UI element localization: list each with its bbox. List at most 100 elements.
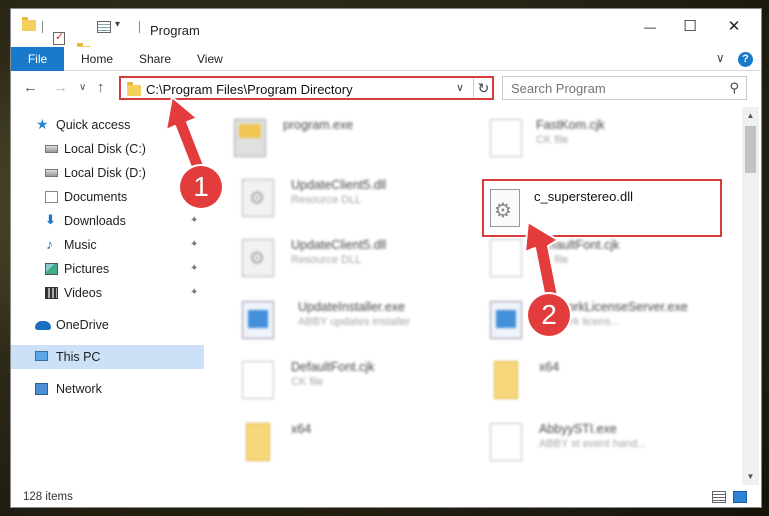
document-file-icon [242, 361, 274, 399]
help-icon[interactable]: ? [738, 52, 753, 67]
file-item[interactable]: UpdateInstaller.exe ABBY updates install… [224, 297, 464, 347]
file-item[interactable]: program.exe [216, 115, 456, 165]
sidebar-item-pictures[interactable]: Pictures ✦ [11, 257, 204, 281]
cloud-icon [35, 321, 51, 330]
file-type: CK file [536, 134, 569, 146]
refresh-button[interactable]: ↻ [473, 78, 493, 98]
file-item[interactable]: UpdateClient5.dll Resource DLL [224, 175, 464, 225]
file-name: c_superstereo.dll [534, 189, 633, 204]
sidebar-item-label: This PC [56, 350, 101, 364]
step-2-badge: 2 [528, 294, 570, 336]
file-name: x64 [539, 360, 560, 374]
file-name: AbbyySTI.exe [539, 422, 617, 436]
scroll-down-button[interactable]: ▼ [742, 468, 759, 485]
sidebar-item-label: Pictures [64, 262, 110, 276]
network-icon [35, 383, 48, 395]
file-item[interactable]: DefaultFont.cjk CK file [224, 357, 464, 407]
sidebar-item-label: Local Disk (D:) [64, 166, 146, 180]
dll-file-icon [242, 239, 274, 277]
scroll-thumb[interactable] [745, 126, 756, 173]
search-input[interactable] [511, 78, 721, 98]
recent-locations-button[interactable]: ∨ [79, 82, 86, 93]
music-icon: ♪ [46, 236, 53, 252]
address-bar[interactable]: C:\Program Files\Program Directory ∨ ↻ [119, 76, 494, 100]
sidebar-item-downloads[interactable]: ⬇ Downloads ✦ [11, 209, 204, 233]
pin-icon[interactable]: ✦ [190, 233, 198, 257]
navigation-bar: ← → ∨ ↑ C:\Program Files\Program Directo… [11, 73, 761, 103]
file-item-highlighted[interactable]: c_superstereo.dll [482, 179, 722, 237]
sidebar-item-label: Local Disk (C:) [64, 142, 146, 156]
maximize-button[interactable]: ☐ [675, 18, 705, 36]
tab-file[interactable]: File [11, 47, 64, 71]
tab-home[interactable]: Home [81, 47, 113, 71]
file-name: UpdateClient5.dll [291, 238, 387, 252]
drive-icon [45, 145, 58, 153]
sidebar-item-quick-access[interactable]: ★ Quick access [11, 113, 204, 137]
file-item[interactable]: NetworkLicenseServer.exe Network licens.… [472, 297, 712, 347]
sidebar-item-label: Videos [64, 286, 102, 300]
tab-view[interactable]: View [197, 47, 223, 71]
up-button[interactable]: ↑ [97, 79, 105, 96]
document-file-icon [490, 119, 522, 157]
search-box[interactable]: ⚲ [502, 76, 747, 100]
search-icon[interactable]: ⚲ [729, 80, 739, 96]
scroll-up-button[interactable]: ▲ [742, 107, 759, 124]
quick-access-toolbar-icon[interactable] [97, 21, 111, 33]
file-item[interactable]: x64 [472, 357, 712, 407]
ribbon-collapse-icon[interactable]: ∨ [716, 51, 725, 65]
installer-file-icon [242, 301, 274, 339]
sidebar-item-videos[interactable]: Videos ✦ [11, 281, 204, 305]
sidebar-item-music[interactable]: ♪ Music ✦ [11, 233, 204, 257]
explorer-window: ▾ Program — ☐ ✕ File Home Share View ∨ ?… [10, 8, 762, 508]
file-type: ABBY st event hand... [539, 438, 647, 450]
address-folder-icon [127, 82, 141, 96]
pin-icon[interactable]: ✦ [190, 137, 198, 161]
step-1-badge: 1 [180, 166, 222, 208]
pin-icon[interactable]: ✦ [190, 257, 198, 281]
pin-icon[interactable]: ✦ [190, 281, 198, 305]
sidebar-item-label: Network [56, 382, 102, 396]
folder-icon [494, 361, 518, 399]
toolbar-dropdown-icon[interactable]: ▾ [115, 19, 120, 30]
dll-file-icon [490, 189, 520, 227]
download-icon: ⬇ [45, 212, 56, 227]
sidebar-item-label: Quick access [56, 118, 131, 132]
tab-share[interactable]: Share [139, 47, 171, 71]
document-file-icon [490, 239, 522, 277]
large-icons-view-icon[interactable] [733, 491, 747, 503]
forward-button[interactable]: → [53, 79, 68, 96]
folder-icon [246, 423, 270, 461]
file-item[interactable]: x64 [224, 419, 464, 469]
sidebar-item-this-pc[interactable]: This PC [11, 345, 204, 369]
pin-icon[interactable]: ✦ [190, 209, 198, 233]
close-button[interactable]: ✕ [719, 18, 749, 36]
sidebar-item-local-disk-c[interactable]: Local Disk (C:) ✦ [11, 137, 204, 161]
properties-check-icon[interactable] [53, 30, 65, 45]
file-type: CK file [536, 254, 569, 266]
status-bar: 128 items [11, 487, 761, 507]
sidebar-item-network[interactable]: Network [11, 377, 204, 401]
documents-icon [45, 191, 58, 203]
file-name: DefaultFont.cjk [291, 360, 375, 374]
address-dropdown-icon[interactable]: ∨ [456, 81, 464, 94]
file-item[interactable]: UpdateClient5.dll Resource DLL [224, 235, 464, 285]
file-item[interactable]: AbbyySTI.exe ABBY st event hand... [472, 419, 712, 469]
file-name: x64 [291, 422, 312, 436]
sidebar-item-local-disk-d[interactable]: Local Disk (D:) [11, 161, 204, 185]
file-name: DefaultFont.cjk [536, 238, 620, 252]
back-button[interactable]: ← [23, 79, 38, 96]
dll-file-icon [242, 179, 274, 217]
sidebar-item-onedrive[interactable]: OneDrive [11, 313, 204, 337]
file-item[interactable]: DefaultFont.cjk CK file [464, 235, 704, 285]
vertical-scrollbar[interactable]: ▲ ▼ [742, 107, 759, 485]
navigation-pane: ★ Quick access Local Disk (C:) ✦ Local D… [11, 113, 204, 483]
details-view-icon[interactable] [712, 491, 726, 503]
sidebar-item-documents[interactable]: Documents ✦ [11, 185, 204, 209]
file-type: CK file [291, 376, 324, 388]
file-item[interactable]: FastKom.cjk CK file [464, 115, 704, 165]
ribbon-controls: ∨ ? [716, 51, 753, 67]
document-file-icon [490, 423, 522, 461]
file-name: UpdateInstaller.exe [298, 300, 406, 314]
minimize-button[interactable]: — [635, 18, 665, 36]
address-path[interactable]: C:\Program Files\Program Directory [146, 82, 353, 97]
